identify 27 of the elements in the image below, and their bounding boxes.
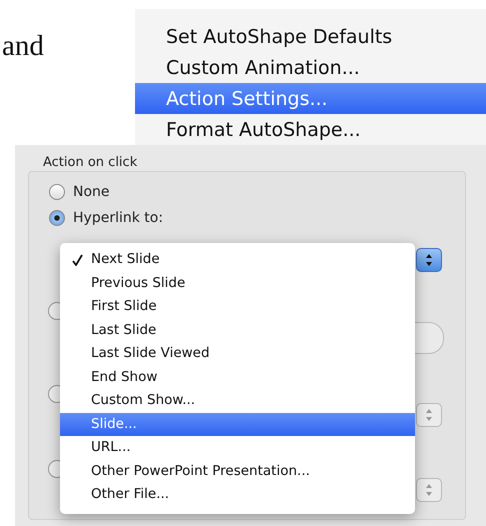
menu-item[interactable]: Action Settings... xyxy=(135,83,486,114)
menu-item[interactable]: Custom Show... xyxy=(60,389,415,412)
stepper-arrows-icon xyxy=(425,253,433,267)
stepper[interactable] xyxy=(416,478,442,502)
menu-item[interactable]: Format AutoShape... xyxy=(135,114,486,145)
menu-item[interactable]: End Show xyxy=(60,366,415,389)
menu-item[interactable]: Slide... xyxy=(60,412,415,436)
menu-item[interactable]: URL... xyxy=(60,436,415,460)
radio-button[interactable] xyxy=(49,184,65,200)
stepper-arrows-icon xyxy=(425,408,433,422)
document-text: and xyxy=(2,31,45,61)
menu-item[interactable]: Custom Animation... xyxy=(135,52,486,83)
menu-item[interactable]: Set AutoShape Defaults xyxy=(135,21,486,52)
popup-stepper[interactable] xyxy=(416,248,442,272)
radio-button[interactable] xyxy=(49,210,65,226)
stepper-arrows-icon xyxy=(425,483,433,497)
radio-label: None xyxy=(73,184,110,200)
menu-item[interactable]: Previous Slide xyxy=(60,272,415,295)
menu-item[interactable]: Last Slide Viewed xyxy=(60,342,415,366)
radio-label: Hyperlink to: xyxy=(73,210,164,226)
menu-item[interactable]: Next Slide xyxy=(60,248,415,272)
menu-item[interactable]: Other File... xyxy=(60,483,415,506)
stepper[interactable] xyxy=(416,403,442,427)
menu-item[interactable]: Last Slide xyxy=(60,318,415,342)
menu-item[interactable]: First Slide xyxy=(60,295,415,318)
menu-item[interactable]: Other PowerPoint Presentation... xyxy=(60,460,415,483)
group-label: Action on click xyxy=(43,155,138,171)
